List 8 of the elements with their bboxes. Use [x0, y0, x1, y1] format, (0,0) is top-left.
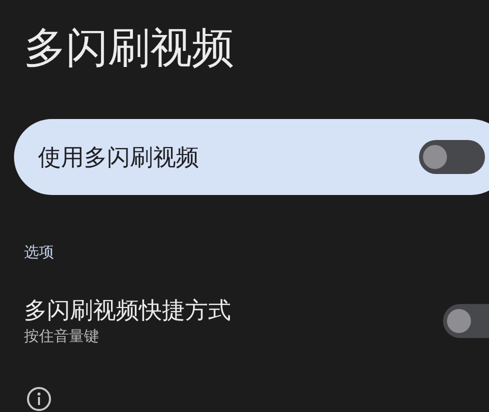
page-title: 多闪刷视频	[24, 22, 235, 74]
option-title: 多闪刷视频快捷方式	[24, 297, 231, 326]
info-icon	[26, 386, 52, 412]
option-subtitle: 按住音量键	[24, 326, 100, 346]
toggle-switch[interactable]	[419, 140, 485, 174]
main-switch-card[interactable]: 使用多闪刷视频	[14, 119, 489, 195]
switch-label: 使用多闪刷视频	[38, 144, 199, 172]
section-header: 选项	[24, 243, 55, 262]
